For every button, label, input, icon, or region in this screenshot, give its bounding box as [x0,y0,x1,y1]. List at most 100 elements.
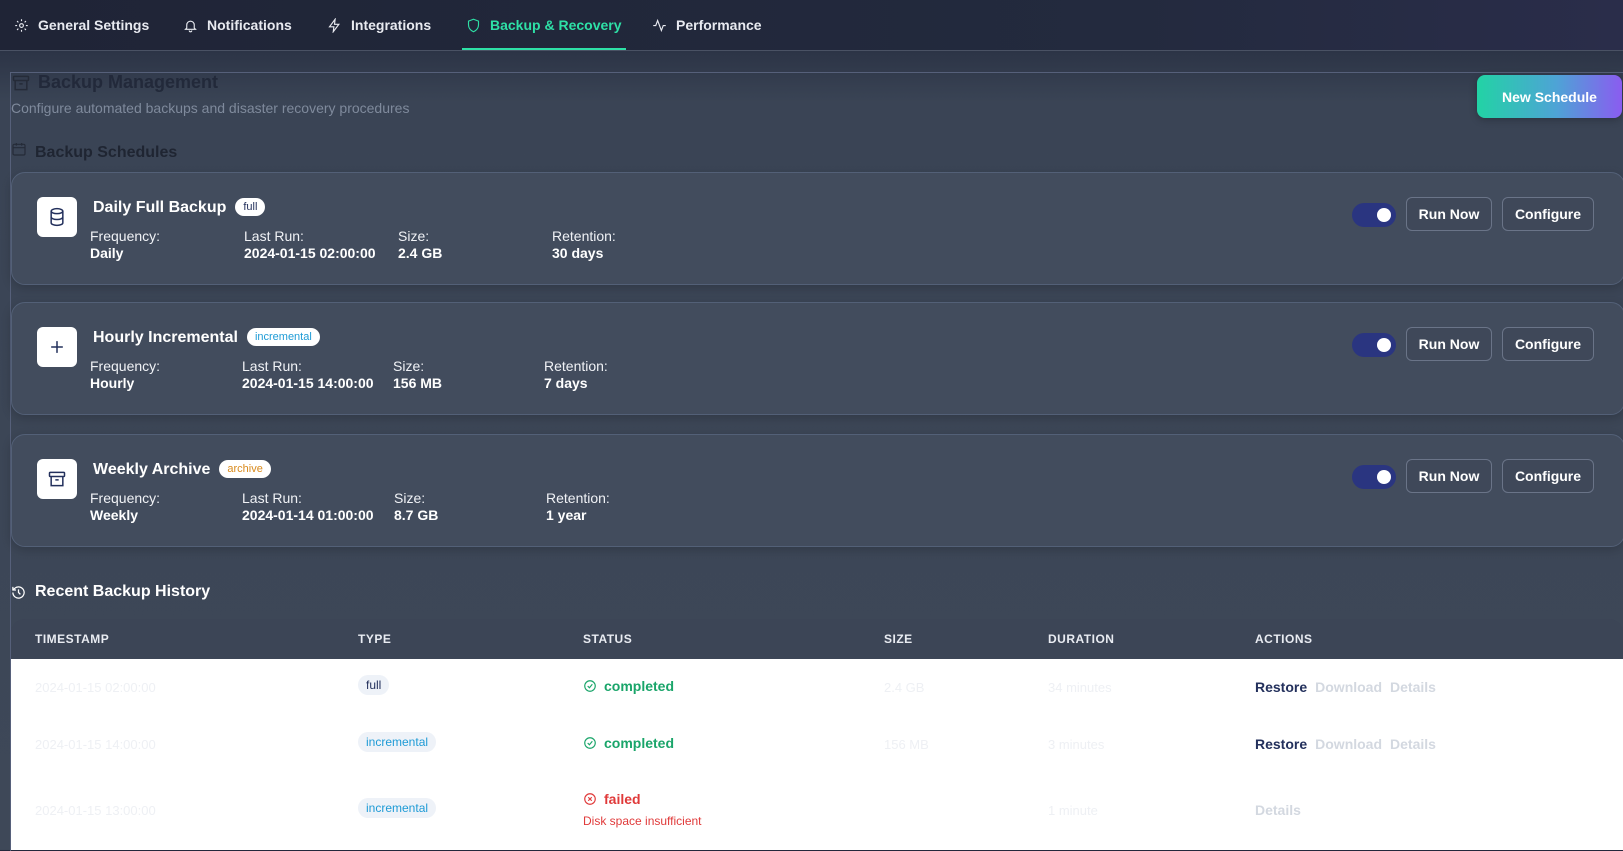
activity-icon [653,18,666,32]
actions-cell: Restore Download Details [1255,736,1444,752]
last-run-value: 2024-01-15 14:00:00 [242,375,374,391]
status-cell: failed [583,791,641,807]
configure-button[interactable]: Configure [1502,197,1594,231]
details-link[interactable]: Details [1390,679,1436,695]
type-badge: incremental [358,732,437,752]
table-row: 2024-01-15 02:00:00 full completed 2.4 G… [11,659,1623,717]
frequency-value: Daily [90,245,124,261]
size-cell: 156 MB [884,737,929,752]
history-title: Recent Backup History [35,583,211,600]
duration-cell: 34 minutes [1048,680,1112,695]
gear-icon [15,18,28,32]
status-cell: completed [583,735,674,751]
check-circle-icon [584,680,596,692]
last-run-label: Last Run: [242,490,302,506]
schedule-enabled-toggle[interactable] [1352,465,1396,489]
x-circle-icon [584,793,596,805]
size-field: Size: 8.7 GB [394,490,438,524]
schedule-card: Hourly Incremental incremental Frequency:… [11,302,1623,415]
new-schedule-button[interactable]: New Schedule [1477,75,1622,118]
frequency-label: Frequency: [90,358,161,374]
type-badge: incremental [358,798,437,818]
download-link[interactable]: Download [1315,736,1382,752]
schedule-card: Weekly Archive archive Frequency: Weekly L… [11,434,1623,547]
tab-label: Backup & Recovery [490,17,622,33]
download-link[interactable]: Download [1315,679,1382,695]
status-text: failed [604,791,641,807]
column-header: TYPE [358,632,392,646]
schedule-icon-box [37,327,77,367]
duration-cell: 1 minute [1048,803,1098,818]
column-header: SIZE [884,632,913,646]
details-link[interactable]: Details [1255,802,1301,818]
retention-label: Retention: [546,490,610,506]
restore-link[interactable]: Restore [1255,679,1307,695]
retention-value: 30 days [552,245,604,261]
tab-performance[interactable]: Performance [652,0,762,50]
tab-integrations[interactable]: Integrations [327,0,431,50]
frequency-field: Frequency: Daily [90,228,160,262]
shield-icon [467,18,480,32]
last-run-value: 2024-01-15 02:00:00 [244,245,376,261]
column-header: DURATION [1048,632,1115,646]
last-run-value: 2024-01-14 01:00:00 [242,507,374,523]
retention-value: 7 days [544,375,588,391]
size-field: Size: 156 MB [393,358,442,392]
frequency-field: Frequency: Weekly [90,490,160,524]
type-cell: full [358,675,390,695]
tab-notifications[interactable]: Notifications [183,0,292,50]
details-link[interactable]: Details [1390,736,1436,752]
table-header: TIMESTAMP TYPE STATUS SIZE DURATION ACTI… [11,619,1623,659]
page-title: Backup Management [38,72,219,92]
page-subtitle: Configure automated backups and disaster… [11,100,410,116]
duration-cell: 3 minutes [1048,737,1105,752]
timestamp-cell: 2024-01-15 14:00:00 [35,737,156,752]
configure-button[interactable]: Configure [1502,327,1594,361]
type-cell: incremental [358,732,437,752]
schedule-name: Weekly Archive archive [93,460,271,479]
table-row: 2024-01-15 14:00:00 incremental complete… [11,716,1623,774]
size-value: 156 MB [393,375,443,391]
size-label: Size: [398,228,430,244]
type-badge: incremental [246,328,320,346]
schedule-enabled-toggle[interactable] [1352,333,1396,357]
actions-cell: Restore Download Details [1255,679,1444,695]
schedule-name: Daily Full Backup full [93,198,266,217]
retention-field: Retention: 1 year [546,490,610,524]
run-now-button[interactable]: Run Now [1406,327,1492,361]
bell-icon [184,20,197,32]
database-icon [50,207,64,227]
schedule-enabled-toggle[interactable] [1352,203,1396,227]
frequency-label: Frequency: [90,228,161,244]
status-cell: completed [583,678,674,694]
retention-value: 1 year [546,507,587,523]
restore-link[interactable]: Restore [1255,736,1307,752]
retention-field: Retention: 30 days [552,228,616,262]
tab-label: Integrations [351,17,432,33]
tab-backup-recovery[interactable]: Backup & Recovery [462,0,626,50]
frequency-value: Weekly [90,507,138,523]
status-text: completed [604,735,675,751]
last-run-label: Last Run: [244,228,304,244]
type-cell: incremental [358,798,437,818]
schedule-name-text: Hourly Incremental [93,329,238,346]
timestamp-cell: 2024-01-15 13:00:00 [35,803,156,818]
settings-tab-bar: General Settings Notifications Integrati… [0,0,1623,51]
last-run-field: Last Run: 2024-01-14 01:00:00 [242,490,374,524]
schedule-card: Daily Full Backup full Frequency: Daily La… [11,172,1623,285]
tab-label: Performance [676,17,762,33]
schedule-icon-box [37,459,77,499]
tab-label: General Settings [38,17,150,33]
configure-button[interactable]: Configure [1502,459,1594,493]
schedule-name-text: Daily Full Backup [93,199,227,216]
last-run-field: Last Run: 2024-01-15 02:00:00 [244,228,376,262]
tab-label: Notifications [207,17,292,33]
run-now-button[interactable]: Run Now [1406,197,1492,231]
error-message: Disk space insufficient [583,814,702,828]
size-label: Size: [393,358,425,374]
retention-label: Retention: [552,228,616,244]
run-now-button[interactable]: Run Now [1406,459,1492,493]
frequency-label: Frequency: [90,490,161,506]
tab-general-settings[interactable]: General Settings [14,0,149,50]
retention-label: Retention: [544,358,608,374]
